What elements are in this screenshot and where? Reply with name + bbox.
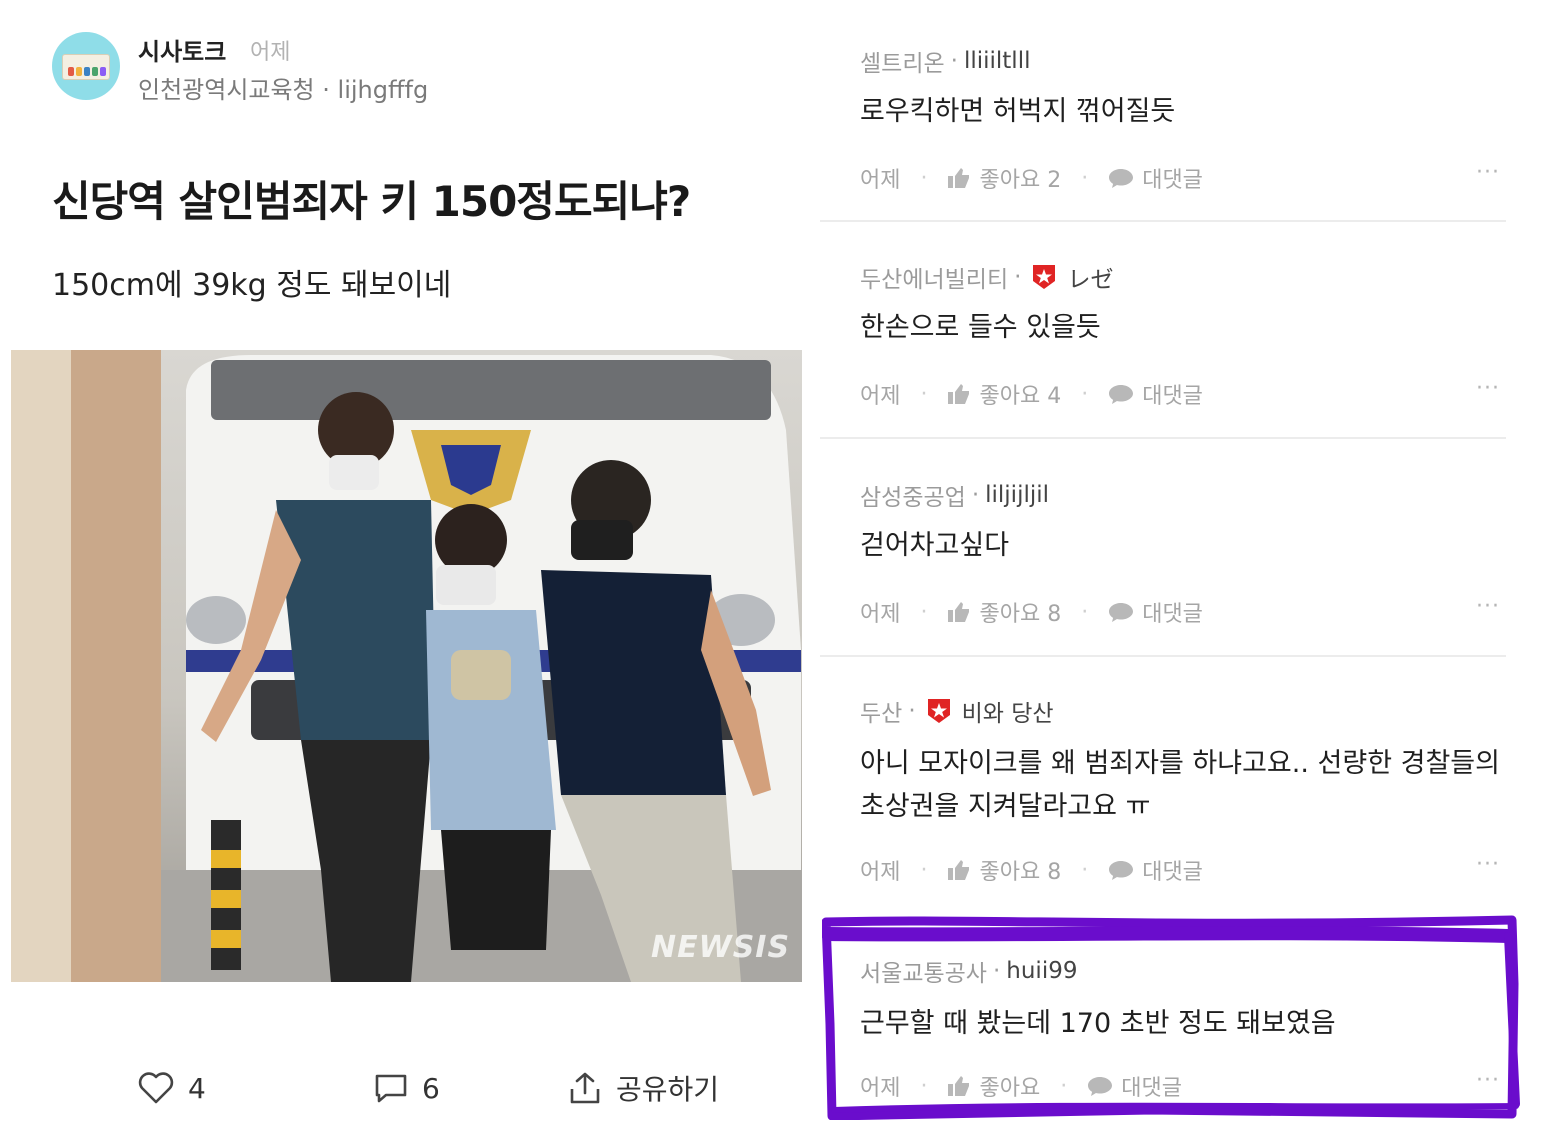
comment-time: 어제 [860,1076,901,1101]
thumbs-up-icon [948,860,970,880]
comment-footer: 어제 · 좋아요 8 · 대댓글 [860,854,1203,886]
more-options-icon[interactable]: ··· [1476,852,1500,877]
comment-like-count: 좋아요 2 [979,168,1062,193]
comment-like-count: 좋아요 4 [979,384,1062,409]
comment-nickname[interactable]: liljijljil [985,482,1049,508]
comment-text: 로우킥하면 허벅지 꺾어질듯 [860,96,1176,127]
reply-button[interactable] [1108,167,1134,189]
reply-label[interactable]: 대댓글 [1142,854,1203,886]
like-comment-button[interactable] [947,859,971,881]
comment-item: 두산에너빌리티 · レゼ 한손으로 들수 있을듯 어제 · 좋아요 4 · 대댓… [820,260,1510,436]
comment-footer: 어제 · 좋아요 2 · 대댓글 [860,162,1203,194]
reply-bubble-icon [1088,1077,1113,1096]
more-options-icon[interactable]: ··· [1476,160,1500,185]
more-options-icon[interactable]: ··· [1476,1068,1500,1093]
comment-like-count: 좋아요 8 [979,602,1062,627]
like-comment-button[interactable] [947,1075,971,1097]
avatar-card-image [62,54,110,80]
reply-button[interactable] [1108,859,1134,881]
comment-meta: 서울교통공사 · huii99 [860,954,1077,988]
comment-button[interactable]: 6 [374,1068,440,1108]
thumbs-up-icon [948,384,970,404]
comment-text-line-1: 아니 모자이크를 왜 범죄자를 하냐고요.. 선량한 경찰들의 [860,748,1500,779]
comment-meta: 셀트리온 · lliiiltlll [860,44,1030,78]
comment-company[interactable]: 두산에너빌리티 [860,260,1008,294]
comment-footer: 어제 · 좋아요 8 · 대댓글 [860,596,1203,628]
reply-bubble-icon [1109,861,1134,880]
like-comment-button[interactable] [947,601,971,623]
reply-button[interactable] [1108,383,1134,405]
share-icon [570,1072,600,1104]
comment-footer: 어제 · 좋아요 4 · 대댓글 [860,378,1203,410]
comment-company[interactable]: 서울교통공사 [860,954,987,988]
reply-label[interactable]: 대댓글 [1142,596,1203,628]
share-button[interactable]: 공유하기 [568,1068,719,1108]
comment-text-line-2: 초상권을 지켜달라고요 ㅠ [860,791,1151,822]
like-comment-button[interactable] [947,167,971,189]
comment-text: 한손으로 들수 있을듯 [860,312,1101,343]
reply-label[interactable]: 대댓글 [1142,378,1203,410]
channel-name[interactable]: 시사토크 [138,32,226,67]
like-count: 4 [188,1071,206,1105]
company-badge-icon [927,699,950,723]
comment-time: 어제 [860,384,901,409]
comment-meta: 두산에너빌리티 · レゼ [860,260,1113,294]
comment-list: 셀트리온 · lliiiltlll 로우킥하면 허벅지 꺾어질듯 어제 · 좋아… [820,0,1554,1143]
company-badge-icon [1033,265,1056,289]
more-options-icon[interactable]: ··· [1476,594,1500,619]
reply-button[interactable] [1108,601,1134,623]
comment-nickname[interactable]: huii99 [1006,958,1077,984]
comment-icon [375,1074,407,1103]
image-watermark: NEWSIS [651,930,791,965]
comment-divider [820,220,1506,222]
comment-like-count: 좋아요 8 [979,860,1062,885]
thumbs-up-icon [948,1076,970,1096]
comment-time: 어제 [860,168,901,193]
reply-button[interactable] [1087,1075,1113,1097]
reply-bubble-icon [1109,169,1134,188]
comment-company[interactable]: 두산 [860,694,902,728]
comment-text: 근무할 때 봤는데 170 초반 정도 돼보였음 [860,1008,1336,1039]
post-title: 신당역 살인범죄자 키 150정도되냐? [52,177,691,226]
news-photo-illustration [11,350,802,982]
comment-item-highlighted: 서울교통공사 · huii99 근무할 때 봤는데 170 초반 정도 돼보였음… [820,954,1510,1114]
post-time: 어제 [250,40,291,65]
comment-meta: 삼성중공업 · liljijljil [860,478,1049,512]
news-photo[interactable]: NEWSIS [11,350,802,982]
comment-nickname[interactable]: 비와 당산 [962,694,1054,728]
channel-avatar[interactable] [52,32,120,100]
comment-divider [820,655,1506,657]
share-label: 공유하기 [616,1073,720,1106]
reply-bubble-icon [1109,603,1134,622]
author-line[interactable]: 인천광역시교육청 · lijhgfffg [138,70,428,105]
comment-divider [820,437,1506,439]
post: 시사토크 어제 인천광역시교육청 · lijhgfffg 신당역 살인범죄자 키… [0,0,810,1143]
comment-footer: 어제 · 좋아요 · 대댓글 [860,1070,1182,1102]
reply-label[interactable]: 대댓글 [1142,162,1203,194]
comment-meta: 두산 · 비와 당산 [860,694,1054,728]
comment-time: 어제 [860,860,901,885]
reply-bubble-icon [1109,385,1134,404]
comment-item: 셀트리온 · lliiiltlll 로우킥하면 허벅지 꺾어질듯 어제 · 좋아… [820,44,1510,220]
post-body: 150cm에 39kg 정도 돼보이네 [52,268,452,303]
thumbs-up-icon [948,602,970,622]
comment-item: 두산 · 비와 당산 아니 모자이크를 왜 범죄자를 하냐고요.. 선량한 경찰… [820,694,1510,912]
comment-text: 걷어차고싶다 [860,530,1010,561]
comment-company[interactable]: 셀트리온 [860,44,945,78]
comment-nickname[interactable]: lliiiltlll [964,48,1031,74]
like-comment-button[interactable] [947,383,971,405]
comment-nickname[interactable]: レゼ [1067,260,1113,294]
more-options-icon[interactable]: ··· [1476,376,1500,401]
heart-icon [138,1072,174,1104]
comment-company[interactable]: 삼성중공업 [860,478,966,512]
like-button[interactable]: 4 [138,1068,206,1108]
comment-count: 6 [422,1071,440,1105]
comment-like-count: 좋아요 [979,1076,1041,1101]
comment-item: 삼성중공업 · liljijljil 걷어차고싶다 어제 · 좋아요 8 · 대… [820,478,1510,654]
reply-label[interactable]: 대댓글 [1121,1070,1182,1102]
thumbs-up-icon [948,168,970,188]
comment-time: 어제 [860,602,901,627]
